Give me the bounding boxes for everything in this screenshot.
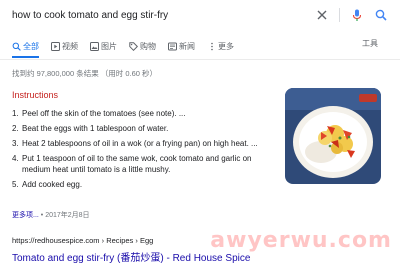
step-number: 5.: [12, 180, 19, 189]
step-text: Beat the eggs with 1 tablespoon of water…: [22, 124, 169, 133]
tools-button[interactable]: 工具: [362, 38, 378, 49]
search-tabs: 全部 视频 图片 购物 新闻 更多 工具: [0, 38, 400, 58]
microphone-icon[interactable]: [350, 8, 364, 22]
result-stats: 找到约 97,800,000 条结果 （用时 0.60 秒）: [12, 69, 158, 78]
tab-label: 图片: [101, 41, 117, 51]
step-text: Put 1 teaspoon of oil to the same wok, c…: [22, 154, 252, 174]
search-results-page: 全部 视频 图片 购物 新闻: [0, 0, 400, 268]
search-actions: [315, 8, 388, 22]
more-row: 更多项... • 2017年2月8日: [12, 210, 90, 220]
source-url[interactable]: https://redhousespice.com › Recipes › Eg…: [12, 236, 153, 245]
more-items-link[interactable]: 更多项...: [12, 212, 39, 219]
video-icon: [51, 41, 60, 51]
step-text: Add cooked egg.: [22, 180, 83, 189]
image-icon: [90, 41, 99, 51]
tab-label: 视频: [62, 41, 78, 51]
tab-more[interactable]: 更多: [207, 38, 234, 54]
list-item: 1. Peel off the skin of the tomatoes (se…: [12, 108, 282, 119]
divider: [339, 8, 340, 22]
step-number: 4.: [12, 154, 19, 163]
tabs-divider: [0, 59, 400, 60]
tab-all[interactable]: 全部: [12, 38, 39, 58]
search-input[interactable]: [12, 9, 315, 21]
step-number: 1.: [12, 109, 19, 118]
search-icon: [12, 42, 21, 51]
snippet-date: • 2017年2月8日: [40, 212, 90, 219]
snippet-title: Instructions: [12, 90, 59, 100]
news-icon: [168, 42, 177, 51]
instruction-list: 1. Peel off the skin of the tomatoes (se…: [12, 108, 282, 194]
tag-icon: [129, 41, 138, 51]
step-text: Heat 2 tablespoons of oil in a wok (or a…: [22, 139, 258, 148]
step-number: 3.: [12, 139, 19, 148]
list-item: 3. Heat 2 tablespoons of oil in a wok (o…: [12, 138, 282, 149]
tab-images[interactable]: 图片: [90, 38, 117, 54]
search-icon[interactable]: [374, 8, 388, 22]
tab-label: 购物: [140, 41, 156, 51]
list-item: 2. Beat the eggs with 1 tablespoon of wa…: [12, 123, 282, 134]
tab-label: 更多: [218, 41, 234, 51]
clear-icon[interactable]: [315, 8, 329, 22]
list-item: 5. Add cooked egg.: [12, 179, 282, 190]
watermark: awyerwu.com: [210, 228, 392, 253]
step-number: 2.: [12, 124, 19, 133]
tab-shopping[interactable]: 购物: [129, 38, 156, 54]
more-dots-icon: [207, 42, 216, 51]
step-text: Peel off the skin of the tomatoes (see n…: [22, 109, 186, 118]
list-item: 4. Put 1 teaspoon of oil to the same wok…: [12, 153, 282, 175]
tab-videos[interactable]: 视频: [51, 38, 78, 54]
search-bar: [0, 0, 400, 30]
tab-label: 全部: [23, 41, 39, 51]
recipe-thumbnail[interactable]: [285, 88, 381, 184]
tab-news[interactable]: 新闻: [168, 38, 195, 54]
tab-label: 新闻: [179, 41, 195, 51]
